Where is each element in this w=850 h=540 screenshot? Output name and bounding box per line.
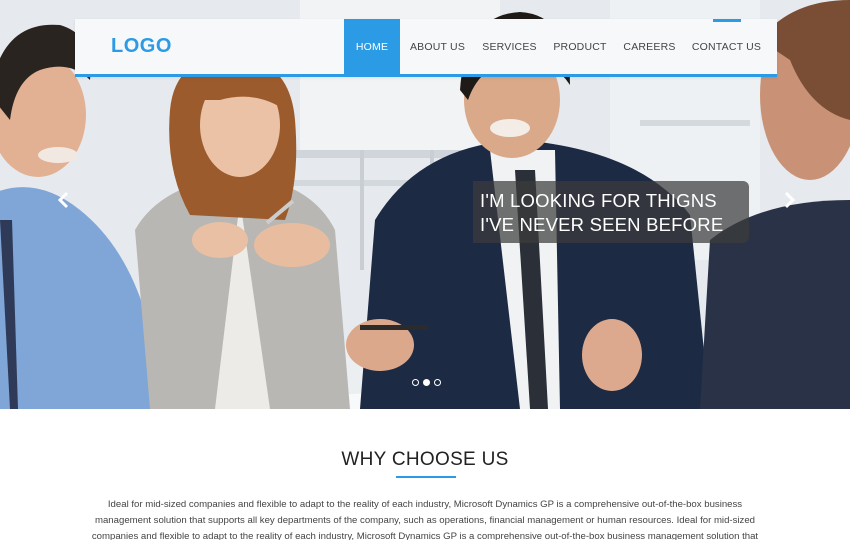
slide-caption: I'M LOOKING FOR THIGNS I'VE NEVER SEEN B…	[473, 181, 749, 243]
nav-menu: HOME ABOUT US SERVICES PRODUCT CAREERS C…	[344, 19, 770, 74]
slider-dots	[412, 379, 441, 386]
nav-item-contact-us[interactable]: CONTACT US	[683, 19, 770, 74]
nav-item-home[interactable]: HOME	[344, 19, 400, 74]
nav-item-careers[interactable]: CAREERS	[616, 19, 683, 74]
nav-item-product[interactable]: PRODUCT	[544, 19, 616, 74]
landing-page: I'M LOOKING FOR THIGNS I'VE NEVER SEEN B…	[0, 0, 850, 540]
slide-caption-text: I'M LOOKING FOR THIGNS I'VE NEVER SEEN B…	[480, 190, 724, 235]
nav-item-about-us[interactable]: ABOUT US	[400, 19, 475, 74]
nav-item-label: CAREERS	[623, 41, 676, 53]
slider-dot[interactable]	[434, 379, 441, 386]
nav-item-label: CONTACT US	[691, 41, 762, 53]
slider-dot[interactable]	[412, 379, 419, 386]
slider-next-button[interactable]	[779, 190, 799, 210]
nav-item-services[interactable]: SERVICES	[475, 19, 544, 74]
chevron-left-icon	[57, 191, 69, 209]
main-navbar: LOGO HOME ABOUT US SERVICES PRODUCT CARE…	[75, 19, 777, 77]
logo[interactable]: LOGO	[111, 19, 172, 74]
why-choose-us-section: WHY CHOOSE US Ideal for mid-sized compan…	[0, 409, 850, 540]
slider-prev-button[interactable]	[54, 190, 74, 210]
nav-item-label: PRODUCT	[553, 41, 607, 53]
title-underline	[396, 476, 456, 478]
nav-item-label: SERVICES	[482, 41, 537, 53]
nav-item-label: HOME	[355, 41, 389, 53]
slider-dot[interactable]	[423, 379, 430, 386]
nav-item-label: ABOUT US	[409, 41, 466, 53]
section-description: Ideal for mid-sized companies and flexib…	[91, 499, 759, 540]
nav-hover-marker	[712, 19, 741, 22]
chevron-right-icon	[784, 191, 796, 209]
section-title: WHY CHOOSE US	[341, 449, 509, 470]
